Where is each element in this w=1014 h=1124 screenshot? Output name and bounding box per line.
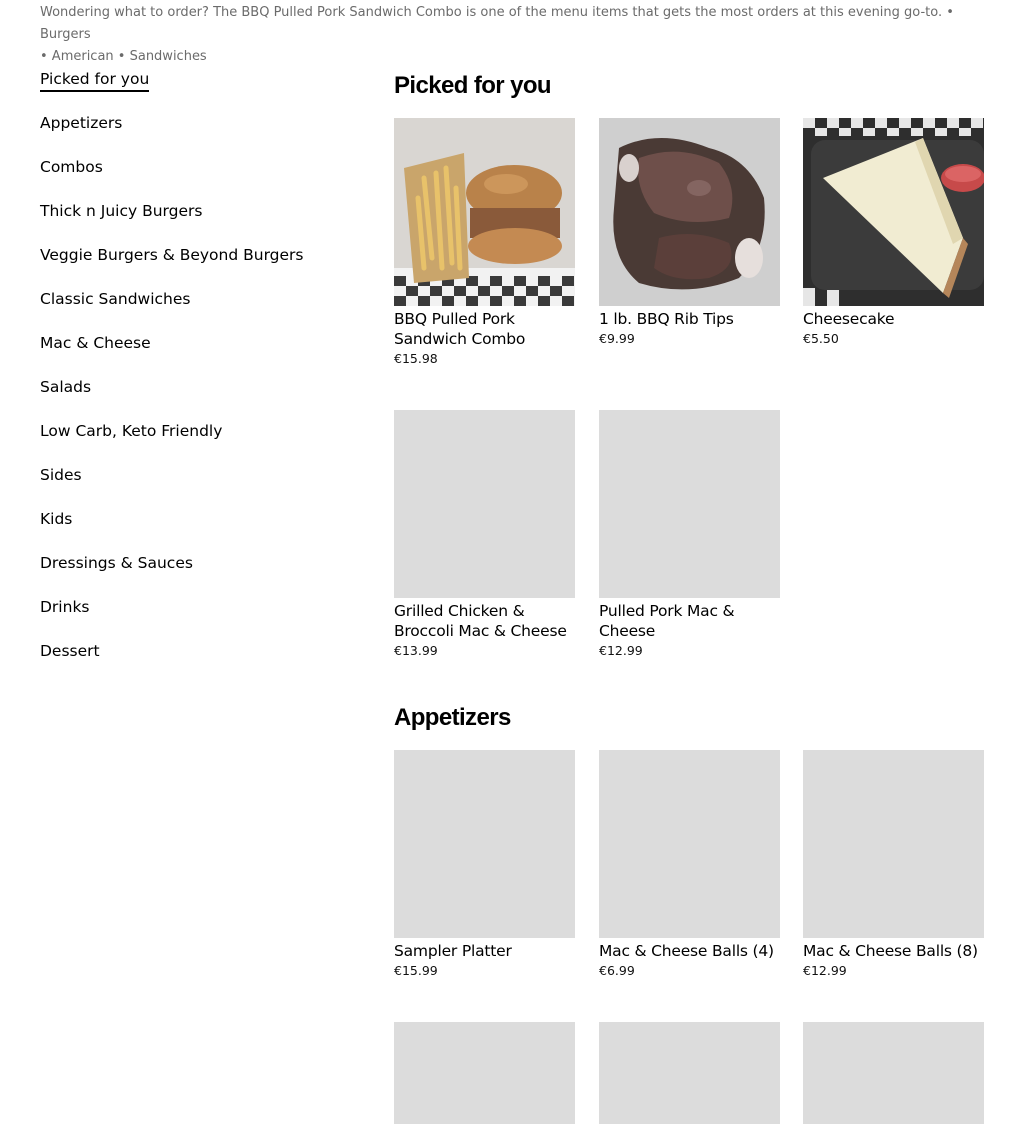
sidebar-item-dessert[interactable]: Dessert [40, 640, 340, 684]
menu-item-name: BBQ Pulled Pork Sandwich Combo [394, 310, 526, 348]
menu-item-price: €15.98 [394, 351, 438, 366]
sidebar-item-label: Thick n Juicy Burgers [40, 202, 203, 220]
menu-item-name: Cheesecake [803, 310, 895, 328]
sidebar-item-label: Low Carb, Keto Friendly [40, 422, 223, 440]
menu-item-card[interactable]: Sampler Platter €15.99 [394, 750, 575, 980]
sidebar-item-kids[interactable]: Kids [40, 508, 340, 552]
sidebar-item-label: Combos [40, 158, 103, 176]
sidebar-item-salads[interactable]: Salads [40, 376, 340, 420]
pulled-pork-sandwich-photo [394, 118, 575, 306]
sidebar-item-label: Picked for you [40, 70, 150, 92]
menu-item-name: Pulled Pork Mac & Cheese [599, 602, 735, 640]
section-title-picked-for-you: Picked for you [394, 72, 552, 99]
menu-item-card[interactable]: Mac & Cheese Balls (4) €6.99 [599, 750, 780, 980]
menu-item-name: Mac & Cheese Balls (8) [803, 942, 978, 960]
sidebar-item-picked-for-you[interactable]: Picked for you [40, 68, 340, 112]
sidebar-item-combos[interactable]: Combos [40, 156, 340, 200]
menu-item-name: Sampler Platter [394, 942, 512, 960]
sidebar-item-label: Kids [40, 510, 73, 528]
rib-tips-photo [599, 118, 780, 306]
sidebar-item-mac-and-cheese[interactable]: Mac & Cheese [40, 332, 340, 376]
menu-item-card[interactable]: 1 lb. BBQ Rib Tips €9.99 [599, 118, 780, 348]
menu-item-price: €12.99 [599, 643, 643, 658]
sidebar-item-appetizers[interactable]: Appetizers [40, 112, 340, 156]
menu-item-name: Grilled Chicken & Broccoli Mac & Cheese [394, 602, 567, 640]
menu-item-image-placeholder [803, 1022, 984, 1124]
menu-item-price: €6.99 [599, 963, 635, 978]
menu-item-card[interactable] [803, 1022, 984, 1124]
sidebar-item-label: Sides [40, 466, 82, 484]
cheesecake-photo [803, 118, 984, 306]
sidebar-item-thick-n-juicy-burgers[interactable]: Thick n Juicy Burgers [40, 200, 340, 244]
sidebar-item-label: Dessert [40, 642, 100, 660]
menu-item-image-placeholder [394, 410, 575, 598]
menu-item-image-placeholder [803, 750, 984, 938]
sidebar-item-label: Dressings & Sauces [40, 554, 193, 572]
menu-item-card[interactable]: Cheesecake €5.50 [803, 118, 984, 348]
menu-item-price: €13.99 [394, 643, 438, 658]
menu-item-price: €12.99 [803, 963, 847, 978]
menu-item-image-placeholder [599, 1022, 780, 1124]
store-description-line2: • American • Sandwiches [40, 49, 207, 64]
menu-item-image-placeholder [394, 750, 575, 938]
menu-item-card[interactable] [599, 1022, 780, 1124]
menu-item-name: 1 lb. BBQ Rib Tips [599, 310, 734, 328]
sidebar-item-label: Mac & Cheese [40, 334, 151, 352]
sidebar-item-drinks[interactable]: Drinks [40, 596, 340, 640]
menu-item-image-placeholder [599, 750, 780, 938]
menu-item-card[interactable]: BBQ Pulled Pork Sandwich Combo €15.98 [394, 118, 575, 368]
menu-item-card[interactable]: Mac & Cheese Balls (8) €12.99 [803, 750, 984, 980]
sidebar-item-sides[interactable]: Sides [40, 464, 340, 508]
store-description-line1: Wondering what to order? The BBQ Pulled … [40, 5, 954, 42]
sidebar-item-low-carb-keto[interactable]: Low Carb, Keto Friendly [40, 420, 340, 464]
menu-item-card[interactable]: Grilled Chicken & Broccoli Mac & Cheese … [394, 410, 575, 660]
sidebar-item-label: Salads [40, 378, 92, 396]
store-description: Wondering what to order? The BBQ Pulled … [40, 2, 980, 68]
sidebar-item-dressings-sauces[interactable]: Dressings & Sauces [40, 552, 340, 596]
sidebar-item-label: Veggie Burgers & Beyond Burgers [40, 246, 304, 264]
sidebar-item-veggie-burgers[interactable]: Veggie Burgers & Beyond Burgers [40, 244, 340, 288]
menu-item-price: €15.99 [394, 963, 438, 978]
menu-item-image-placeholder [599, 410, 780, 598]
menu-item-price: €9.99 [599, 331, 635, 346]
menu-item-name: Mac & Cheese Balls (4) [599, 942, 774, 960]
category-sidebar: Picked for you Appetizers Combos Thick n… [40, 68, 340, 684]
sidebar-item-label: Appetizers [40, 114, 123, 132]
sidebar-item-label: Classic Sandwiches [40, 290, 191, 308]
menu-item-price: €5.50 [803, 331, 839, 346]
menu-item-card[interactable] [394, 1022, 575, 1124]
sidebar-item-classic-sandwiches[interactable]: Classic Sandwiches [40, 288, 340, 332]
sidebar-item-label: Drinks [40, 598, 90, 616]
menu-item-card[interactable]: Pulled Pork Mac & Cheese €12.99 [599, 410, 780, 660]
menu-item-image-placeholder [394, 1022, 575, 1124]
section-title-appetizers: Appetizers [394, 704, 511, 731]
